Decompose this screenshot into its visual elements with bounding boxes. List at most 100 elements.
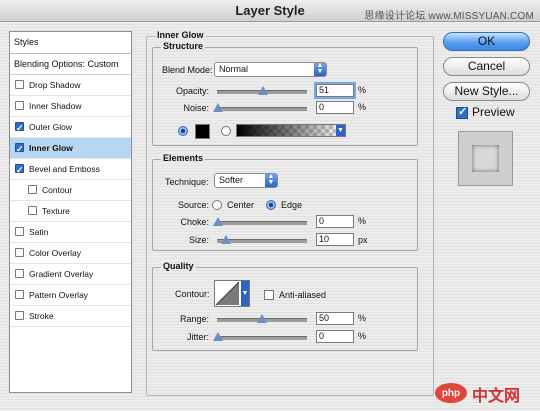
opacity-label: Opacity:: [175, 86, 209, 96]
gradient-picker[interactable]: ▼: [236, 124, 346, 137]
opacity-slider[interactable]: [217, 86, 307, 95]
blend-mode-select[interactable]: Normal ▲ ▼: [214, 62, 327, 77]
size-field[interactable]: 10: [316, 233, 354, 246]
jitter-slider[interactable]: [213, 332, 307, 341]
style-item-contour[interactable]: Contour: [10, 180, 131, 201]
blending-options-item[interactable]: Blending Options: Custom: [10, 54, 131, 75]
style-item-satin[interactable]: Satin: [10, 222, 131, 243]
preview-checkbox[interactable]: [456, 105, 468, 119]
preview-thumbnail: [458, 131, 513, 186]
blend-mode-value: Normal: [219, 64, 249, 74]
style-checkbox[interactable]: [28, 185, 37, 194]
noise-label: Noise:: [183, 103, 209, 113]
range-slider-thumb[interactable]: [257, 314, 267, 323]
preview-label[interactable]: Preview: [472, 105, 515, 119]
elements-title: Elements: [161, 153, 206, 163]
contour-picker[interactable]: ▼: [214, 280, 250, 307]
style-checkbox[interactable]: [15, 160, 24, 180]
style-item-label: Contour: [42, 185, 73, 195]
contour-label: Contour:: [175, 289, 210, 299]
inner-glow-title: Inner Glow: [155, 30, 206, 40]
cancel-button[interactable]: Cancel: [443, 57, 530, 76]
style-checkbox[interactable]: [15, 227, 24, 236]
style-item-label: Outer Glow: [29, 122, 72, 132]
svg-text:php: php: [442, 388, 460, 399]
updown-arrow-icon: ▲ ▼: [314, 62, 326, 76]
anti-aliased-checkbox[interactable]: [264, 290, 274, 300]
choke-unit: %: [358, 216, 367, 226]
source-center-label[interactable]: Center: [227, 200, 254, 210]
technique-value: Softer: [219, 175, 244, 185]
gradient-radio[interactable]: [221, 126, 231, 136]
style-checkbox[interactable]: [28, 206, 37, 215]
source-edge-radio[interactable]: [266, 200, 276, 210]
style-item-drop-shadow[interactable]: Drop Shadow: [10, 75, 131, 96]
style-checkbox[interactable]: [15, 290, 24, 299]
source-label: Source:: [177, 200, 209, 210]
range-field[interactable]: 50: [316, 312, 354, 325]
style-item-label: Inner Glow: [29, 143, 73, 153]
style-checkbox[interactable]: [15, 80, 24, 89]
style-item-label: Satin: [29, 227, 49, 237]
style-checkbox[interactable]: [15, 101, 24, 110]
style-item-bevel-and-emboss[interactable]: Bevel and Emboss: [10, 159, 131, 180]
anti-aliased-label[interactable]: Anti-aliased: [279, 290, 326, 300]
style-checkbox[interactable]: [15, 311, 24, 320]
size-unit: px: [358, 235, 368, 245]
jitter-label: Jitter:: [186, 332, 209, 342]
color-swatch[interactable]: [195, 124, 210, 139]
noise-slider-thumb[interactable]: [213, 103, 223, 112]
noise-field[interactable]: 0: [316, 101, 354, 114]
style-item-label: Bevel and Emboss: [29, 164, 100, 174]
source-center-radio[interactable]: [212, 200, 222, 210]
watermark-text-bottom: 中文网: [472, 388, 521, 405]
choke-field[interactable]: 0: [316, 215, 354, 228]
opacity-unit: %: [358, 85, 367, 95]
choke-slider[interactable]: [213, 217, 307, 226]
style-item-label: Drop Shadow: [29, 80, 81, 90]
style-checkbox[interactable]: [15, 248, 24, 257]
style-item-stroke[interactable]: Stroke: [10, 306, 131, 327]
jitter-unit: %: [358, 331, 367, 341]
technique-label: Technique:: [165, 177, 209, 187]
style-item-texture[interactable]: Texture: [10, 201, 131, 222]
style-item-gradient-overlay[interactable]: Gradient Overlay: [10, 264, 131, 285]
size-slider-thumb[interactable]: [221, 235, 231, 244]
range-unit: %: [358, 313, 367, 323]
title-bar[interactable]: Layer Style 思缘设计论坛 www.MISSYUAN.COM: [0, 0, 540, 22]
noise-unit: %: [358, 102, 367, 112]
opacity-field[interactable]: 51: [316, 84, 354, 97]
range-slider[interactable]: [217, 314, 307, 323]
style-checkbox[interactable]: [15, 139, 24, 159]
range-label: Range:: [179, 314, 209, 324]
style-item-outer-glow[interactable]: Outer Glow: [10, 117, 131, 138]
opacity-slider-thumb[interactable]: [258, 86, 268, 95]
dropdown-arrow-icon: ▼: [241, 281, 249, 306]
technique-select[interactable]: Softer ▲ ▼: [214, 173, 278, 188]
style-item-pattern-overlay[interactable]: Pattern Overlay: [10, 285, 131, 306]
style-item-label: Gradient Overlay: [29, 269, 94, 279]
new-style-button[interactable]: New Style...: [443, 82, 530, 101]
ok-button[interactable]: OK: [443, 32, 530, 51]
quality-title: Quality: [161, 261, 196, 271]
choke-slider-thumb[interactable]: [213, 217, 223, 226]
php-logo-icon: php: [435, 383, 467, 403]
style-item-label: Pattern Overlay: [29, 290, 89, 300]
updown-arrow-icon: ▲ ▼: [265, 173, 277, 187]
style-item-color-overlay[interactable]: Color Overlay: [10, 243, 131, 264]
style-checkbox[interactable]: [15, 269, 24, 278]
style-item-inner-shadow[interactable]: Inner Shadow: [10, 96, 131, 117]
solid-color-radio[interactable]: [178, 126, 188, 136]
noise-slider[interactable]: [213, 103, 307, 112]
choke-label: Choke:: [180, 217, 209, 227]
style-checkbox[interactable]: [15, 118, 24, 138]
jitter-slider-thumb[interactable]: [213, 332, 223, 341]
style-item-inner-glow[interactable]: Inner Glow: [10, 138, 131, 159]
style-item-label: Inner Shadow: [29, 101, 82, 111]
source-edge-label[interactable]: Edge: [281, 200, 302, 210]
jitter-field[interactable]: 0: [316, 330, 354, 343]
style-item-label: Stroke: [29, 311, 54, 321]
style-item-label: Color Overlay: [29, 248, 81, 258]
styles-header[interactable]: Styles: [10, 32, 131, 54]
size-slider[interactable]: [217, 235, 307, 244]
